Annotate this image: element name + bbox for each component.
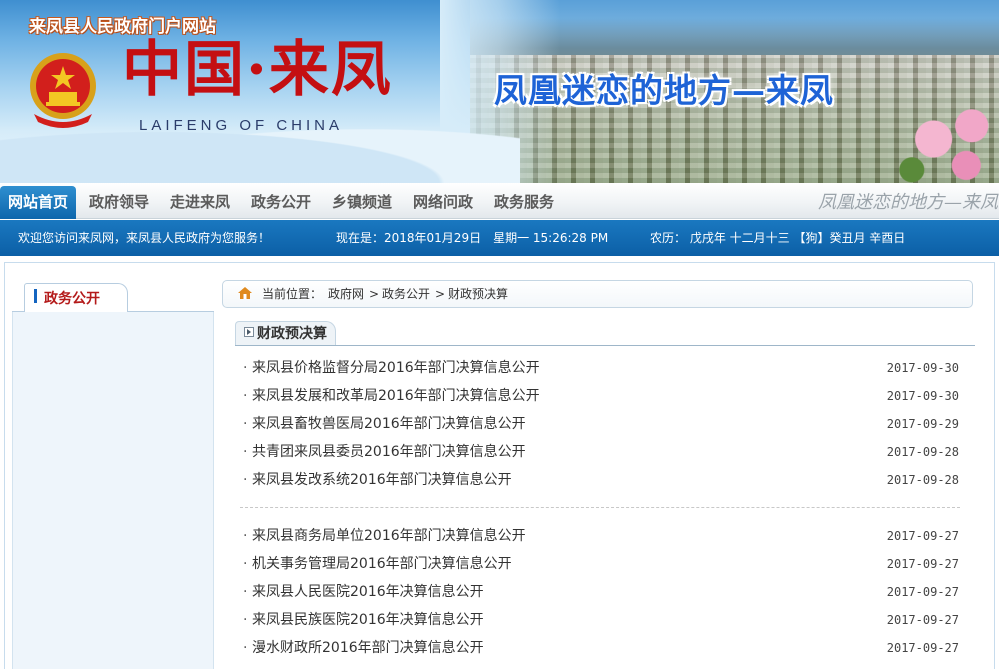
bullet: · xyxy=(243,612,248,628)
list-item-link[interactable]: 来凤县发改系统2016年部门决算信息公开 xyxy=(252,470,512,490)
bullet: · xyxy=(243,388,248,404)
brand-english: LAIFENG OF CHINA xyxy=(139,117,344,134)
bullet: · xyxy=(243,584,248,600)
bullet: · xyxy=(243,472,248,488)
list-item: · 共青团来凤县委员2016年部门决算信息公开 2017-09-28 xyxy=(243,442,961,462)
bullet: · xyxy=(243,640,248,656)
list-item-link[interactable]: 来凤县商务局单位2016年部门决算信息公开 xyxy=(252,526,526,546)
list-item-link[interactable]: 共青团来凤县委员2016年部门决算信息公开 xyxy=(252,442,526,462)
list-item: · 来凤县发改系统2016年部门决算信息公开 2017-09-28 xyxy=(243,470,961,490)
bullet: · xyxy=(243,416,248,432)
welcome-text: 欢迎您访问来凤网，来凤县人民政府为您服务！ xyxy=(18,231,271,245)
list-item-date: 2017-09-27 xyxy=(886,641,959,655)
current-datetime: 现在是：2018年01月29日 星期一 15:26:28 PM xyxy=(336,231,609,245)
national-emblem-icon xyxy=(30,53,96,128)
list-item: · 来凤县价格监督分局2016年部门决算信息公开 2017-09-30 xyxy=(243,358,961,378)
bullet: · xyxy=(243,360,248,376)
sidebar xyxy=(12,311,214,669)
list-item: · 机关事务管理局2016年部门决算信息公开 2017-09-27 xyxy=(243,554,961,574)
list-item-date: 2017-09-27 xyxy=(886,529,959,543)
list-item-link[interactable]: 漫水财政所2016年部门决算信息公开 xyxy=(252,638,484,658)
list-item-link[interactable]: 来凤县价格监督分局2016年部门决算信息公开 xyxy=(252,358,540,378)
breadcrumb-link-affairs[interactable]: 政务公开 xyxy=(382,280,430,308)
info-bar: 欢迎您访问来凤网，来凤县人民政府为您服务！ 现在是：2018年01月29日 星期… xyxy=(0,220,999,256)
banner-flowers xyxy=(890,95,999,183)
nav-item-towns[interactable]: 乡镇频道 xyxy=(332,183,392,219)
nav-item-services[interactable]: 政务服务 xyxy=(494,183,554,219)
list-item-date: 2017-09-30 xyxy=(886,361,959,375)
list-item-date: 2017-09-30 xyxy=(886,389,959,403)
section-arrow-icon xyxy=(244,327,254,337)
sidebar-tab-marker xyxy=(34,289,37,303)
nav-slogan: 凤凰迷恋的地方—来凤 xyxy=(818,192,998,213)
list-item-date: 2017-09-27 xyxy=(886,613,959,627)
list-item: · 来凤县民族医院2016年决算信息公开 2017-09-27 xyxy=(243,610,961,630)
list-item-link[interactable]: 来凤县人民医院2016年决算信息公开 xyxy=(252,582,484,602)
list-item-link[interactable]: 来凤县畜牧兽医局2016年部门决算信息公开 xyxy=(252,414,526,434)
list-item-date: 2017-09-29 xyxy=(886,417,959,431)
list-item: · 来凤县商务局单位2016年部门决算信息公开 2017-09-27 xyxy=(243,526,961,546)
header-banner: 来凤县人民政府门户网站 中国·来凤 LAIFENG OF CHINA 凤凰迷恋的… xyxy=(0,0,999,183)
list-item: · 来凤县人民医院2016年决算信息公开 2017-09-27 xyxy=(243,582,961,602)
home-icon xyxy=(238,287,252,299)
bullet: · xyxy=(243,528,248,544)
list-item-date: 2017-09-27 xyxy=(886,585,959,599)
nav-item-gov-affairs[interactable]: 政务公开 xyxy=(251,183,311,219)
list-item: · 来凤县畜牧兽医局2016年部门决算信息公开 2017-09-29 xyxy=(243,414,961,434)
list-item-date: 2017-09-28 xyxy=(886,445,959,459)
list-item: · 来凤县发展和改革局2016年部门决算信息公开 2017-09-30 xyxy=(243,386,961,406)
breadcrumb-separator: > xyxy=(369,287,380,301)
breadcrumb-label: 当前位置： xyxy=(262,287,323,301)
sidebar-tab-label[interactable]: 政务公开 xyxy=(44,288,100,308)
lunar-date: 农历： 戊戌年 十二月十三 【狗】癸丑月 辛酉日 xyxy=(650,231,906,245)
section-rule xyxy=(235,345,975,346)
list-item-date: 2017-09-27 xyxy=(886,557,959,571)
nav-item-leaders[interactable]: 政府领导 xyxy=(89,183,149,219)
list-item-date: 2017-09-28 xyxy=(886,473,959,487)
brand-chinese: 中国·来凤 xyxy=(122,35,393,105)
nav-item-home[interactable]: 网站首页 xyxy=(0,186,77,219)
breadcrumb-current: 财政预决算 xyxy=(448,287,509,301)
banner-slogan: 凤凰迷恋的地方—来凤 xyxy=(494,71,834,110)
nav-item-about[interactable]: 走进来凤 xyxy=(170,183,230,219)
list-item-link[interactable]: 来凤县发展和改革局2016年部门决算信息公开 xyxy=(252,386,540,406)
nav-item-online-inquiry[interactable]: 网络问政 xyxy=(413,183,473,219)
site-title: 来凤县人民政府门户网站 xyxy=(29,17,216,37)
bullet: · xyxy=(243,444,248,460)
list-item-link[interactable]: 来凤县民族医院2016年决算信息公开 xyxy=(252,610,484,630)
section-title: 财政预决算 xyxy=(257,326,327,342)
bullet: · xyxy=(243,556,248,572)
breadcrumb-link-gov[interactable]: 政府网 xyxy=(328,280,364,308)
list-item-link[interactable]: 机关事务管理局2016年部门决算信息公开 xyxy=(252,554,512,574)
breadcrumb-separator: > xyxy=(435,287,446,301)
list-item: · 漫水财政所2016年部门决算信息公开 2017-09-27 xyxy=(243,638,961,658)
list-divider xyxy=(240,507,960,508)
